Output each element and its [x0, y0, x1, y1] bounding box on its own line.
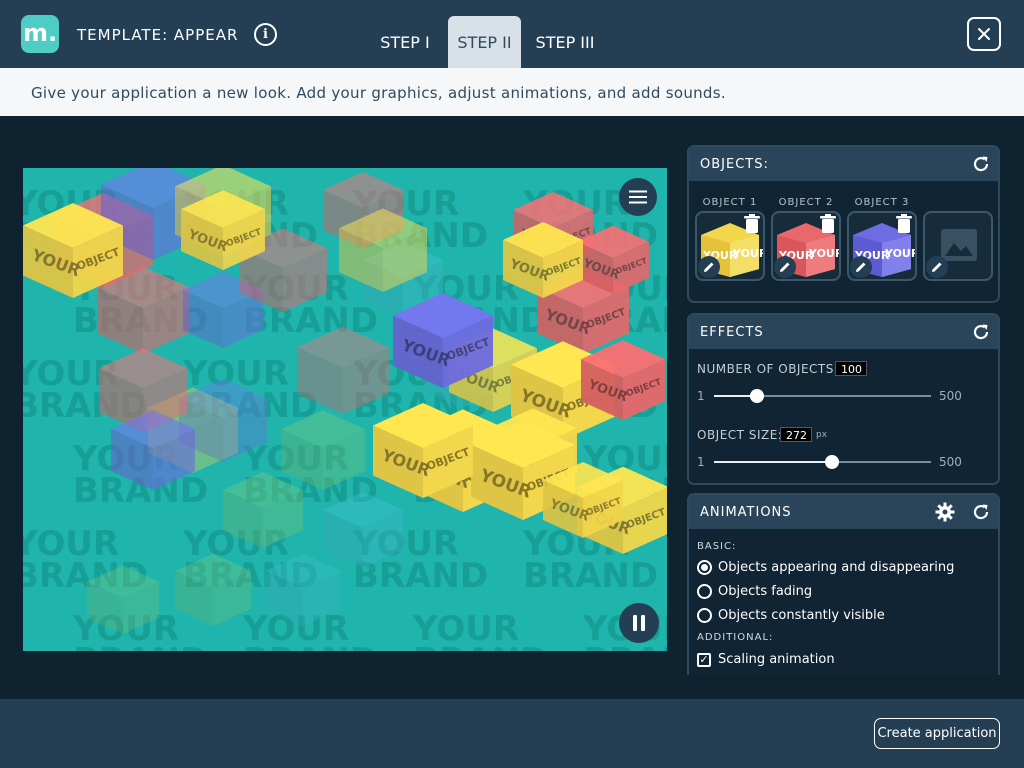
additional-section-label: ADDITIONAL: [697, 632, 774, 643]
hamburger-icon [629, 190, 647, 204]
refresh-icon[interactable] [971, 322, 991, 342]
tab-step-3[interactable]: STEP III [528, 16, 602, 68]
radio-constantly-visible[interactable]: Objects constantly visible [697, 608, 885, 623]
edit-object-4-button[interactable] [926, 256, 948, 278]
tab-step-1[interactable]: STEP I [370, 16, 440, 68]
effects-heading: EFFECTS [700, 324, 764, 340]
size-min: 1 [697, 455, 705, 469]
template-title: TEMPLATE: APPEAR [77, 26, 239, 44]
radio-fading[interactable]: Objects fading [697, 584, 812, 599]
animations-panel: ANIMATIONS BASIC: Objects appearing and … [687, 493, 1000, 675]
edit-object-3-button[interactable] [850, 256, 872, 278]
radio-selected-icon [697, 560, 712, 575]
close-icon [978, 28, 990, 40]
cube-object [223, 472, 303, 548]
stage-menu-button[interactable] [619, 178, 657, 216]
pause-button[interactable] [619, 603, 659, 643]
gear-icon[interactable] [935, 502, 955, 522]
count-slider-thumb[interactable] [749, 389, 764, 403]
count-max: 500 [939, 389, 962, 403]
checkbox-checked-icon: ✓ [697, 652, 711, 667]
radio-icon [697, 584, 712, 599]
count-min: 1 [697, 389, 705, 403]
object-2-thumbnail[interactable]: YOURYOUR [771, 211, 841, 281]
cube-object [87, 565, 159, 634]
trash-icon[interactable] [819, 214, 837, 234]
radio-icon [697, 608, 712, 623]
cube-object [297, 326, 389, 414]
footer-bar [0, 699, 1024, 768]
objects-heading: OBJECTS: [700, 156, 769, 172]
pencil-icon [780, 262, 790, 272]
effects-header: EFFECTS [689, 315, 998, 349]
trash-icon[interactable] [743, 214, 761, 234]
object-size-unit: px [816, 430, 828, 440]
svg-text:YOUR: YOUR [884, 247, 915, 260]
object-1-label: OBJECT 1 [702, 197, 758, 208]
effects-panel: EFFECTS NUMBER OF OBJECTS: 100 1 500 OBJ… [687, 313, 1000, 485]
radio-label: Objects constantly visible [718, 608, 885, 623]
object-2-label: OBJECT 2 [778, 197, 834, 208]
add-object-slot[interactable] [923, 211, 993, 281]
refresh-icon[interactable] [971, 502, 991, 522]
number-of-objects-label: NUMBER OF OBJECTS: [697, 362, 839, 376]
size-max: 500 [939, 455, 962, 469]
cube-object [281, 410, 365, 490]
create-application-button[interactable]: Create application [874, 718, 1000, 749]
object-1-thumbnail[interactable]: YOURYOUR [695, 211, 765, 281]
cube-object [175, 553, 251, 626]
number-of-objects-input[interactable]: 100 [835, 361, 867, 376]
object-3-label: OBJECT 3 [854, 197, 910, 208]
checkbox-scaling-animation[interactable]: ✓ Scaling animation [697, 652, 835, 667]
cube-object [265, 553, 341, 626]
animations-heading: ANIMATIONS [700, 504, 792, 520]
app-logo: m. [21, 15, 59, 53]
pencil-icon [856, 262, 866, 272]
radio-label: Objects appearing and disappearing [718, 560, 955, 575]
svg-text:YOUR: YOUR [808, 247, 839, 260]
size-slider-thumb[interactable] [824, 455, 839, 469]
radio-label: Objects fading [718, 584, 813, 599]
object-3-thumbnail[interactable]: YOURYOUR [847, 211, 917, 281]
info-icon[interactable]: i [254, 23, 277, 46]
top-bar: m. TEMPLATE: APPEAR i STEP I STEP II STE… [0, 0, 1024, 68]
refresh-icon[interactable] [971, 154, 991, 174]
object-size-label: OBJECT SIZE: [697, 428, 783, 442]
edit-object-2-button[interactable] [774, 256, 796, 278]
instruction-bar: Give your application a new look. Add yo… [0, 68, 1024, 116]
radio-appearing-disappearing[interactable]: Objects appearing and disappearing [697, 560, 954, 575]
size-slider-fill [714, 461, 832, 463]
size-slider-track[interactable] [714, 455, 931, 469]
instruction-text: Give your application a new look. Add yo… [31, 84, 726, 102]
tab-step-2[interactable]: STEP II [448, 16, 521, 68]
count-slider-track[interactable] [714, 389, 931, 403]
trash-icon[interactable] [895, 214, 913, 234]
edit-object-1-button[interactable] [698, 256, 720, 278]
close-button[interactable] [967, 17, 1001, 51]
svg-text:YOUR: YOUR [732, 247, 763, 260]
object-size-input[interactable]: 272 [780, 427, 812, 442]
cube-layer: YOUROBJECTYOUROBJECTYOUROBJECTYOUROBJECT… [23, 168, 667, 634]
image-icon [941, 229, 977, 261]
cube-object [323, 492, 403, 568]
preview-stage[interactable]: YOURBRANDYOURBRANDYOURBRANDYOURBRANDYOUR… [23, 168, 667, 651]
checkbox-label: Scaling animation [718, 652, 835, 667]
logo-letter: m. [22, 18, 58, 47]
pause-icon [633, 615, 645, 631]
pencil-icon [704, 262, 714, 272]
objects-panel: OBJECTS: OBJECT 1 OBJECT 2 OBJECT 3 YOUR… [687, 145, 1000, 303]
basic-section-label: BASIC: [697, 541, 737, 552]
objects-header: OBJECTS: [689, 147, 998, 181]
pencil-icon [932, 262, 942, 272]
animations-header: ANIMATIONS [689, 495, 998, 529]
